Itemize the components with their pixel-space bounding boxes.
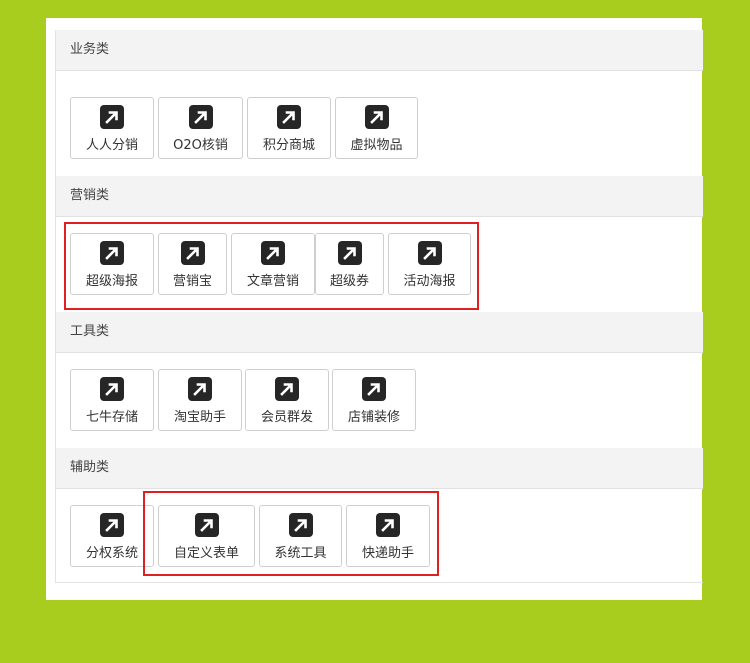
arrow-up-right-icon <box>194 513 219 537</box>
plugin-tile[interactable]: O2O核销 <box>158 97 243 159</box>
plugin-tile[interactable]: 人人分销 <box>70 97 154 159</box>
arrow-up-right-icon <box>275 377 299 401</box>
arrow-up-right-icon <box>364 105 389 129</box>
category-title: 业务类 <box>70 42 110 57</box>
category-title: 工具类 <box>70 324 110 339</box>
arrow-up-right-icon <box>261 241 285 265</box>
plugin-label: 文章营销 <box>246 274 299 289</box>
arrow-up-right-icon <box>288 513 313 537</box>
plugin-tile[interactable]: 文章营销 <box>231 233 315 295</box>
plugin-tile[interactable]: 淘宝助手 <box>158 369 242 431</box>
category-header-tools: 工具类 <box>56 312 703 353</box>
plugin-tile[interactable]: 积分商城 <box>247 97 331 159</box>
arrow-up-right-icon <box>100 377 124 401</box>
plugin-tile[interactable]: 店铺装修 <box>332 369 416 431</box>
category-row-marketing: 超级海报 营销宝 文章营销 超级券 活动海报 <box>56 233 703 297</box>
plugin-tile[interactable]: 快递助手 <box>346 505 430 567</box>
plugin-panel: 业务类 人人分销 O2O核销 积分商城 虚拟物品 营销类 超级海报 营销宝 文章… <box>46 18 703 600</box>
arrow-up-right-icon <box>277 105 301 129</box>
category-row-tools: 七牛存储 淘宝助手 会员群发 店铺装修 <box>56 369 703 433</box>
plugin-tile[interactable]: 自定义表单 <box>158 505 255 567</box>
arrow-up-right-icon <box>100 105 124 129</box>
plugin-label: 店铺装修 <box>347 410 400 425</box>
plugin-tile[interactable]: 活动海报 <box>388 233 471 295</box>
category-title: 辅助类 <box>70 460 110 475</box>
arrow-up-right-icon <box>180 241 205 265</box>
plugin-label: 超级海报 <box>85 274 138 289</box>
plugin-label: 积分商城 <box>262 138 315 153</box>
category-row-business: 人人分销 O2O核销 积分商城 虚拟物品 <box>56 97 703 161</box>
plugin-label: 快递助手 <box>361 546 414 561</box>
plugin-label: 分权系统 <box>85 546 138 561</box>
plugin-tile[interactable]: 会员群发 <box>245 369 329 431</box>
arrow-up-right-icon <box>100 241 124 265</box>
plugin-tile[interactable]: 超级券 <box>315 233 384 295</box>
plugin-label: 活动海报 <box>403 274 456 289</box>
plugin-tile[interactable]: 超级海报 <box>70 233 154 295</box>
arrow-up-right-icon <box>188 377 212 401</box>
plugin-label: 人人分销 <box>85 138 138 153</box>
arrow-up-right-icon <box>337 241 362 265</box>
category-header-auxiliary: 辅助类 <box>56 448 703 489</box>
plugin-label: 系统工具 <box>274 546 327 561</box>
category-row-auxiliary: 分权系统 自定义表单 系统工具 快递助手 <box>56 505 703 569</box>
plugin-label: 超级券 <box>329 274 369 289</box>
arrow-up-right-icon <box>376 513 400 537</box>
plugin-tile[interactable]: 七牛存储 <box>70 369 154 431</box>
arrow-up-right-icon <box>417 241 442 265</box>
plugin-tile[interactable]: 分权系统 <box>70 505 154 567</box>
plugin-label: 淘宝助手 <box>173 410 226 425</box>
category-header-marketing: 营销类 <box>56 176 703 217</box>
plugin-label: 七牛存储 <box>85 410 138 425</box>
plugin-label: O2O核销 <box>173 138 228 153</box>
plugin-label: 虚拟物品 <box>350 138 403 153</box>
plugin-label: 营销宝 <box>172 274 212 289</box>
plugin-label: 会员群发 <box>260 410 313 425</box>
plugin-tile[interactable]: 系统工具 <box>259 505 342 567</box>
category-header-business: 业务类 <box>56 30 703 71</box>
arrow-up-right-icon <box>100 513 124 537</box>
plugin-label: 自定义表单 <box>173 546 239 561</box>
arrow-up-right-icon <box>362 377 386 401</box>
category-title: 营销类 <box>70 188 110 203</box>
plugin-list: 业务类 人人分销 O2O核销 积分商城 虚拟物品 营销类 超级海报 营销宝 文章… <box>55 30 703 583</box>
arrow-up-right-icon <box>188 105 213 129</box>
plugin-tile[interactable]: 营销宝 <box>158 233 227 295</box>
plugin-tile[interactable]: 虚拟物品 <box>335 97 418 159</box>
